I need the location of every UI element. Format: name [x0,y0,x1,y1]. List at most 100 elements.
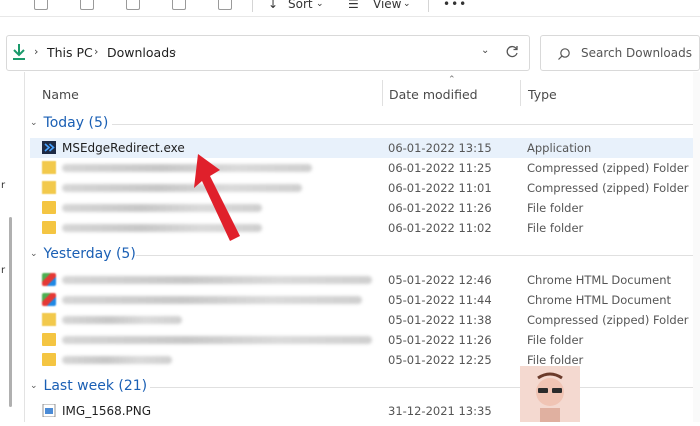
file-type: File folder [527,353,584,367]
breadcrumb-this-pc[interactable]: This PC [47,45,93,60]
folder-icon [42,333,56,346]
table-row[interactable]: 05-01-2022 12:46 Chrome HTML Document [30,270,700,290]
address-history-chevron-icon[interactable]: ⌄ [481,45,489,56]
blurred-file-name [62,336,372,344]
search-input[interactable]: Search Downloads [581,46,692,60]
toolbar-divider [252,0,253,12]
new-icon[interactable] [34,0,48,10]
group-label: Today (5) [43,115,109,131]
file-type: Application [527,141,592,155]
group-divider [136,255,700,256]
file-type: Compressed (zipped) Folder [527,313,689,327]
image-file-icon [42,404,56,417]
breadcrumb-chevron-icon: › [34,45,39,58]
file-date: 06-01-2022 13:15 [388,141,492,155]
mascot-icon [536,372,564,422]
group-divider [112,124,700,125]
group-divider [150,387,700,388]
blurred-file-name [62,296,362,304]
folder-icon [42,201,56,214]
group-label: Yesterday (5) [43,246,136,262]
file-type: File folder [527,333,584,347]
file-date: 05-01-2022 11:26 [388,333,492,347]
file-date: 05-01-2022 11:44 [388,293,492,307]
collapse-chevron-icon: ⌄ [30,118,38,128]
chrome-html-icon [42,273,56,286]
blurred-file-name [62,164,312,172]
collapse-chevron-icon: ⌄ [30,381,38,391]
breadcrumb-downloads[interactable]: Downloads [107,45,176,60]
navigation-pane-scrollbar[interactable] [9,217,12,407]
navigation-pane [0,72,25,422]
breadcrumb-chevron-icon: › [94,45,99,58]
file-type: File folder [527,221,584,235]
file-list-scrollbar[interactable] [693,72,700,422]
folder-icon [42,353,56,366]
sort-chevron-icon: ⌃ [448,75,456,85]
zip-folder-icon [42,181,56,194]
cut-icon[interactable] [80,0,94,10]
command-bar: ↓ Sort ⌄ ☰ View ⌄ ••• [0,0,700,17]
table-row[interactable]: 05-01-2022 11:38 Compressed (zipped) Fol… [30,310,700,330]
sort-arrow-icon: ↓ [268,0,279,11]
breadcrumb-chevron-icon: › [172,45,177,58]
file-date: 05-01-2022 11:38 [388,313,492,327]
blurred-file-name [62,184,302,192]
file-date: 05-01-2022 12:25 [388,353,492,367]
exe-icon [42,141,56,154]
file-type: Chrome HTML Document [527,273,671,287]
toolbar-divider [428,0,429,12]
column-divider[interactable] [520,80,521,106]
chrome-html-icon [42,293,56,306]
table-row[interactable]: 05-01-2022 12:25 File folder [30,350,700,370]
column-header-type[interactable]: Type [528,87,557,115]
search-box[interactable]: Search Downloads [540,35,700,71]
navigation-pane-chevron-icon: r [1,180,6,191]
collapse-chevron-icon: ⌄ [30,249,38,259]
table-row[interactable]: IMG_1568.PNG 31-12-2021 13:35 PNG File [30,401,700,421]
sort-button[interactable]: Sort [288,0,313,11]
table-row[interactable]: 05-01-2022 11:26 File folder [30,330,700,350]
blurred-file-name [62,356,172,364]
search-icon [558,48,570,60]
zip-folder-icon [42,161,56,174]
group-header-yesterday[interactable]: ⌄ Yesterday (5) [30,246,136,262]
navigation-pane-chevron-icon: r [1,265,6,276]
column-header-name[interactable]: Name [42,87,79,115]
folder-icon [42,221,56,234]
column-header-date[interactable]: Date modified [389,87,478,115]
file-date: 06-01-2022 11:25 [388,161,492,175]
file-type: Compressed (zipped) Folder [527,181,689,195]
downloads-icon [13,44,25,60]
file-date: 31-12-2021 13:35 [388,404,492,418]
copy-icon[interactable] [126,0,140,10]
file-date: 05-01-2022 12:46 [388,273,492,287]
group-header-last-week[interactable]: ⌄ Last week (21) [30,378,147,394]
group-label: Last week (21) [43,378,148,394]
sort-chevron-icon: ⌄ [316,0,324,9]
delete-icon[interactable] [218,0,232,10]
file-date: 06-01-2022 11:01 [388,181,492,195]
file-type: Chrome HTML Document [527,293,671,307]
column-divider[interactable] [382,80,383,106]
more-options-button[interactable]: ••• [443,0,467,11]
file-type: Compressed (zipped) Folder [527,161,689,175]
table-row[interactable]: 06-01-2022 11:02 File folder [30,218,700,238]
refresh-icon[interactable] [505,45,519,59]
table-row[interactable]: 06-01-2022 11:26 File folder [30,198,700,218]
zip-folder-icon [42,313,56,326]
group-header-today[interactable]: ⌄ Today (5) [30,115,108,131]
view-button[interactable]: View [373,0,401,11]
file-name: IMG_1568.PNG [62,404,152,418]
table-row[interactable]: MSEdgeRedirect.exe 06-01-2022 13:15 Appl… [30,138,700,158]
table-row[interactable]: 06-01-2022 11:01 Compressed (zipped) Fol… [30,178,700,198]
share-icon[interactable] [172,0,186,10]
blurred-file-name [62,276,372,284]
file-type: File folder [527,201,584,215]
table-row[interactable]: 05-01-2022 11:44 Chrome HTML Document [30,290,700,310]
annotation-arrow [194,154,240,241]
table-row[interactable]: 06-01-2022 11:25 Compressed (zipped) Fol… [30,158,700,178]
blurred-file-name [62,316,182,324]
file-date: 06-01-2022 11:26 [388,201,492,215]
file-date: 06-01-2022 11:02 [388,221,492,235]
